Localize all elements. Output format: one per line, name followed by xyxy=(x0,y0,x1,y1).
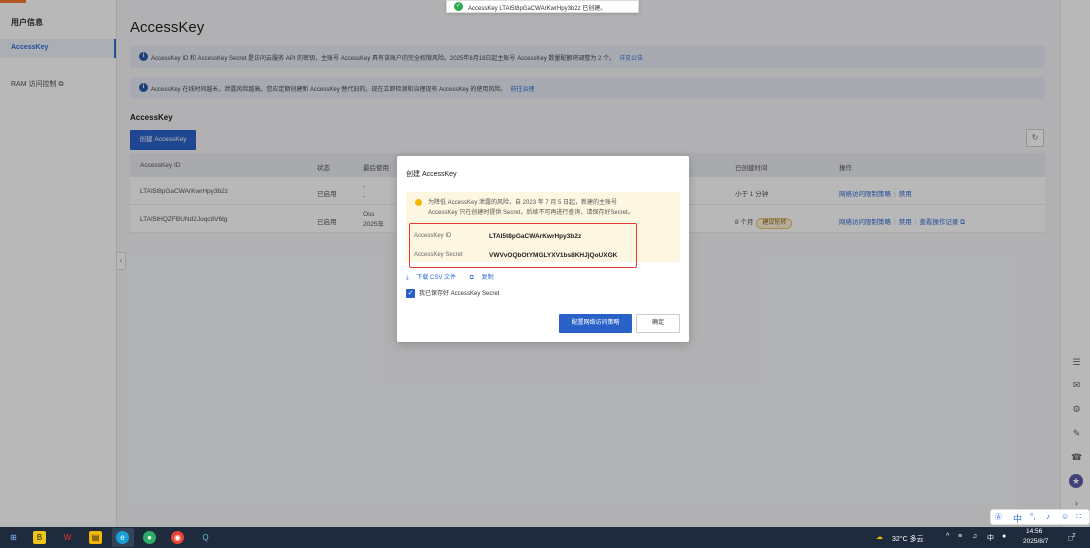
ime-lang[interactable]: 中 xyxy=(1013,512,1022,525)
toast-text: AccessKey LTAI5t8pGaCWArKwrHpy3b2z 已创建。 xyxy=(468,6,607,12)
warning-text: 为降低 AccessKey 泄露的风险，自 2023 年 7 月 5 日起，新建… xyxy=(428,198,676,218)
ime-toolbar: Ⓐ 中 °, ♪ ☺ ∷ xyxy=(990,509,1090,525)
checkbox-checked-icon[interactable]: ✓ xyxy=(406,288,415,298)
check-icon: ✓ xyxy=(454,2,463,11)
dialog-title: 创建 AccessKey xyxy=(406,171,457,178)
weather-text[interactable]: 32°C 多云 xyxy=(892,534,924,544)
chrome-icon[interactable]: ◉ xyxy=(171,531,184,544)
file-explorer-icon[interactable]: ▤ xyxy=(89,531,102,544)
warning-line: AccessKey 只在创建时提供 Secret，后续不可再进行查询，请保存好S… xyxy=(428,210,634,216)
user-icon[interactable]: ☺ xyxy=(1061,512,1069,521)
edge-browser-icon[interactable]: e xyxy=(116,531,129,544)
tray-lang[interactable]: 中 xyxy=(987,533,994,543)
link-label: 下载 CSV 文件 xyxy=(416,275,456,281)
id-value[interactable]: LTAI5t8pGaCWArKwrHpy3b2z xyxy=(489,233,581,240)
windows-start-icon[interactable]: ⊞ xyxy=(7,531,20,544)
clock-time[interactable]: 14:56 xyxy=(1026,528,1042,535)
wps-icon[interactable]: W xyxy=(61,531,74,544)
punctuation-icon[interactable]: °, xyxy=(1030,512,1035,521)
saved-checkbox[interactable]: ✓ 我已保存好 AccessKey Secret xyxy=(406,288,499,298)
create-accesskey-dialog: 创建 AccessKey 为降低 AccessKey 泄露的风险，自 2023 … xyxy=(397,156,689,342)
grid-icon[interactable]: ∷ xyxy=(1076,512,1081,521)
secret-label: AccessKey Secret xyxy=(414,252,463,258)
checkbox-label: 我已保存好 AccessKey Secret xyxy=(419,291,500,297)
microphone-icon[interactable]: ♪ xyxy=(1046,512,1050,521)
network-icon[interactable]: ≡ xyxy=(958,533,962,540)
download-csv-link[interactable]: ⤓ 下载 CSV 文件 xyxy=(406,275,462,281)
download-icon: ⤓ xyxy=(406,275,409,281)
copy-link[interactable]: ⧉ 复制 xyxy=(470,275,500,281)
ime-logo-icon[interactable]: Ⓐ xyxy=(995,512,1002,522)
action-links: ⤓ 下载 CSV 文件 ⧉ 复制 xyxy=(406,272,506,282)
notification-icon[interactable]: □2 xyxy=(1068,533,1075,542)
notification-count: 2 xyxy=(1072,533,1076,539)
weather-icon: ☁ xyxy=(876,534,883,541)
secret-value[interactable]: VWVvOQbOtYMGLYXV1bs8KHJjQoUXGK xyxy=(489,252,617,259)
tray-chevron-icon[interactable]: ^ xyxy=(946,533,949,540)
status-dot-icon: ● xyxy=(1002,533,1007,540)
credentials-box: AccessKey ID LTAI5t8pGaCWArKwrHpy3b2z Ac… xyxy=(409,223,637,268)
taskbar: ⊞ B W ▤ e ● ◉ Q ☁ 32°C 多云 ^ ≡ ♫ 中 ● 14:5… xyxy=(0,527,1090,548)
warning-icon xyxy=(415,199,422,206)
copy-icon: ⧉ xyxy=(469,275,474,281)
link-label: 复制 xyxy=(481,275,494,281)
search-app-icon[interactable]: Q xyxy=(199,531,212,544)
configure-network-policy-button[interactable]: 配置网络访问策略 xyxy=(559,314,632,333)
clock-date[interactable]: 2025/8/7 xyxy=(1023,538,1048,545)
id-label: AccessKey ID xyxy=(414,233,452,239)
app-icon[interactable]: B xyxy=(33,531,46,544)
warning-line: 为降低 AccessKey 泄露的风险，自 2023 年 7 月 5 日起，新建… xyxy=(428,200,618,206)
success-toast: ✓ AccessKey LTAI5t8pGaCWArKwrHpy3b2z 已创建… xyxy=(446,0,639,13)
wechat-icon[interactable]: ● xyxy=(143,531,156,544)
confirm-button[interactable]: 确定 xyxy=(636,314,680,333)
volume-icon[interactable]: ♫ xyxy=(972,533,977,540)
